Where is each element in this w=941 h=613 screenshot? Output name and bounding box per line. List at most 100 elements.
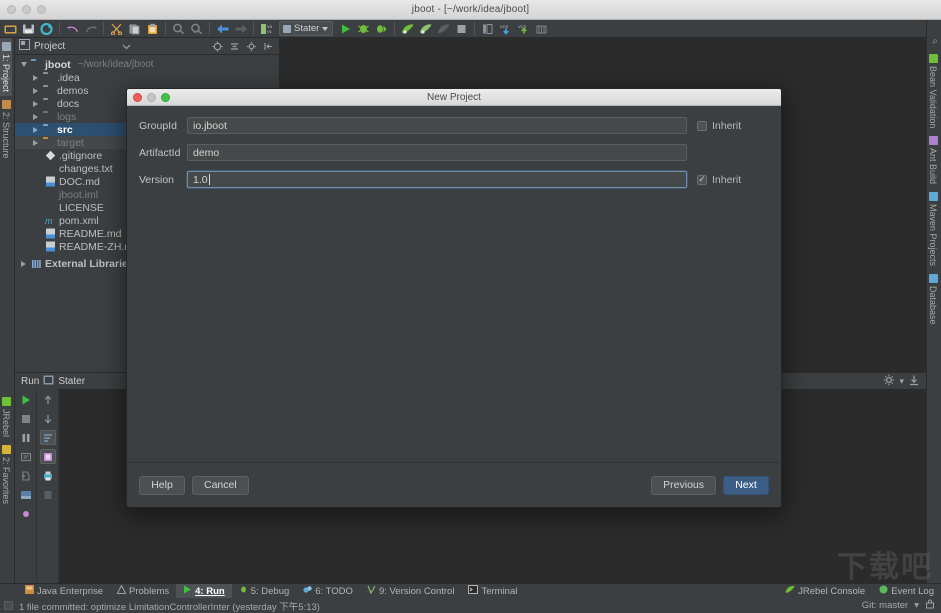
- settings-icon[interactable]: [479, 21, 496, 37]
- tool-tab-structure[interactable]: 2: Structure: [0, 96, 12, 163]
- version-inherit-wrapper[interactable]: Inherit: [697, 174, 769, 186]
- undo-icon[interactable]: [64, 21, 81, 37]
- chevron-down-icon[interactable]: ▾: [914, 600, 919, 611]
- dump-threads-icon[interactable]: [18, 449, 34, 464]
- folder-icon: [43, 72, 54, 83]
- window-maximize-button[interactable]: [37, 5, 46, 14]
- clear-all-icon[interactable]: [40, 487, 56, 502]
- next-button[interactable]: Next: [723, 475, 769, 495]
- bottom-tab-todo[interactable]: 6: TODO: [296, 584, 360, 598]
- jrebel-profile-icon[interactable]: [435, 21, 452, 37]
- window-controls[interactable]: [7, 5, 46, 14]
- console-icon[interactable]: [18, 487, 34, 502]
- cancel-button[interactable]: Cancel: [192, 475, 249, 495]
- bottom-tab-terminal[interactable]: Terminal: [461, 584, 524, 598]
- locate-icon[interactable]: [211, 40, 224, 53]
- git-branch-label[interactable]: Git: master: [862, 600, 908, 611]
- search-everywhere-icon[interactable]: ⌕: [927, 32, 941, 50]
- twisty-right-icon[interactable]: [19, 260, 28, 267]
- dialog-close-button[interactable]: [133, 93, 142, 102]
- pin-icon[interactable]: [18, 506, 34, 521]
- version-input[interactable]: 1.0: [187, 171, 687, 188]
- stop-icon[interactable]: [18, 411, 34, 426]
- dialog-maximize-button[interactable]: [161, 93, 170, 102]
- twisty-right-icon[interactable]: [31, 74, 40, 81]
- window-minimize-button[interactable]: [22, 5, 31, 14]
- previous-button[interactable]: Previous: [651, 475, 716, 495]
- artifactid-input[interactable]: demo: [187, 144, 687, 161]
- status-toggle-icon[interactable]: [4, 601, 13, 610]
- tool-tab-ant-build[interactable]: Ant Build: [927, 132, 939, 188]
- tree-row-idea[interactable]: .idea: [15, 71, 279, 84]
- pause-icon[interactable]: [18, 430, 34, 445]
- jrebel-run-icon[interactable]: [399, 21, 416, 37]
- copy-icon[interactable]: [126, 21, 143, 37]
- replace-icon[interactable]: [188, 21, 205, 37]
- tool-tab-favorites[interactable]: 2: Favorites: [0, 441, 12, 508]
- twisty-right-icon[interactable]: [31, 100, 40, 107]
- scroll-to-end-icon[interactable]: [39, 449, 56, 464]
- debug-icon[interactable]: [355, 21, 372, 37]
- chevron-down-icon[interactable]: ▾: [899, 376, 904, 387]
- twisty-right-icon[interactable]: [31, 139, 40, 146]
- twisty-down-icon[interactable]: [19, 62, 28, 67]
- vcs-history-icon[interactable]: [533, 21, 550, 37]
- groupid-inherit-wrapper[interactable]: Inherit: [697, 120, 769, 132]
- twisty-right-icon[interactable]: [31, 113, 40, 120]
- twisty-right-icon[interactable]: [31, 126, 40, 133]
- bottom-tab-version-control[interactable]: 9: Version Control: [360, 584, 462, 598]
- save-icon[interactable]: [20, 21, 37, 37]
- stop-icon[interactable]: [453, 21, 470, 37]
- groupid-input[interactable]: io.jboot: [187, 117, 687, 134]
- forward-icon[interactable]: [232, 21, 249, 37]
- redo-icon[interactable]: [82, 21, 99, 37]
- vcs-update-icon[interactable]: VCS: [497, 21, 514, 37]
- bottom-tab-run[interactable]: 4: Run: [176, 584, 232, 598]
- lock-icon[interactable]: [925, 599, 935, 612]
- gear-icon[interactable]: [883, 374, 895, 389]
- tool-tab-project[interactable]: 1: Project: [0, 38, 12, 97]
- bottom-tab-debug[interactable]: 5: Debug: [232, 584, 297, 598]
- tool-tab-jrebel[interactable]: JRebel: [0, 393, 12, 441]
- groupid-inherit-checkbox[interactable]: [697, 120, 707, 131]
- new-project-dialog[interactable]: New Project GroupId io.jboot Inherit Art…: [126, 88, 782, 508]
- sync-icon[interactable]: [38, 21, 55, 37]
- run-configuration-selector[interactable]: Stater: [279, 21, 334, 36]
- help-button[interactable]: Help: [139, 475, 185, 495]
- tool-tab-maven-projects[interactable]: Maven Projects: [927, 188, 939, 270]
- vcs-commit-icon[interactable]: VCS: [515, 21, 532, 37]
- find-icon[interactable]: [170, 21, 187, 37]
- bottom-tab-java-enterprise[interactable]: Java Enterprise: [18, 584, 110, 598]
- tool-tab-bean-validation[interactable]: Bean Validation: [927, 50, 939, 132]
- paste-icon[interactable]: [144, 21, 161, 37]
- soft-wrap-icon[interactable]: [39, 430, 56, 445]
- run-window-tab-label[interactable]: Stater: [58, 376, 85, 387]
- twisty-right-icon[interactable]: [31, 87, 40, 94]
- bottom-tab-problems[interactable]: Problems: [110, 584, 176, 598]
- bottom-tab-event-log[interactable]: Event Log: [872, 584, 941, 598]
- restore-layout-icon[interactable]: [18, 468, 34, 483]
- collapse-all-icon[interactable]: [228, 40, 241, 53]
- jrebel-debug-icon[interactable]: [417, 21, 434, 37]
- arrow-up-icon[interactable]: [40, 392, 56, 407]
- run-icon[interactable]: [337, 21, 354, 37]
- run-coverage-icon[interactable]: [373, 21, 390, 37]
- compile-icon[interactable]: V3 V1: [258, 21, 275, 37]
- version-inherit-checkbox[interactable]: [697, 174, 707, 185]
- tool-tab-database[interactable]: Database: [927, 270, 939, 329]
- gear-icon[interactable]: [245, 40, 258, 53]
- dialog-window-controls[interactable]: [133, 93, 170, 102]
- window-close-button[interactable]: [7, 5, 16, 14]
- arrow-down-icon[interactable]: [40, 411, 56, 426]
- back-icon[interactable]: [214, 21, 231, 37]
- rerun-icon[interactable]: [18, 392, 34, 407]
- cut-icon[interactable]: [108, 21, 125, 37]
- chevron-down-icon[interactable]: [120, 40, 133, 53]
- hide-icon[interactable]: [908, 374, 920, 389]
- open-icon[interactable]: [2, 21, 19, 37]
- bottom-tab-jrebel-console[interactable]: JRebel Console: [778, 584, 872, 598]
- star-icon: [1, 444, 11, 454]
- hide-icon[interactable]: [262, 40, 275, 53]
- tree-row-jboot[interactable]: jboot ~/work/idea/jboot: [15, 58, 279, 71]
- print-icon[interactable]: [40, 468, 56, 483]
